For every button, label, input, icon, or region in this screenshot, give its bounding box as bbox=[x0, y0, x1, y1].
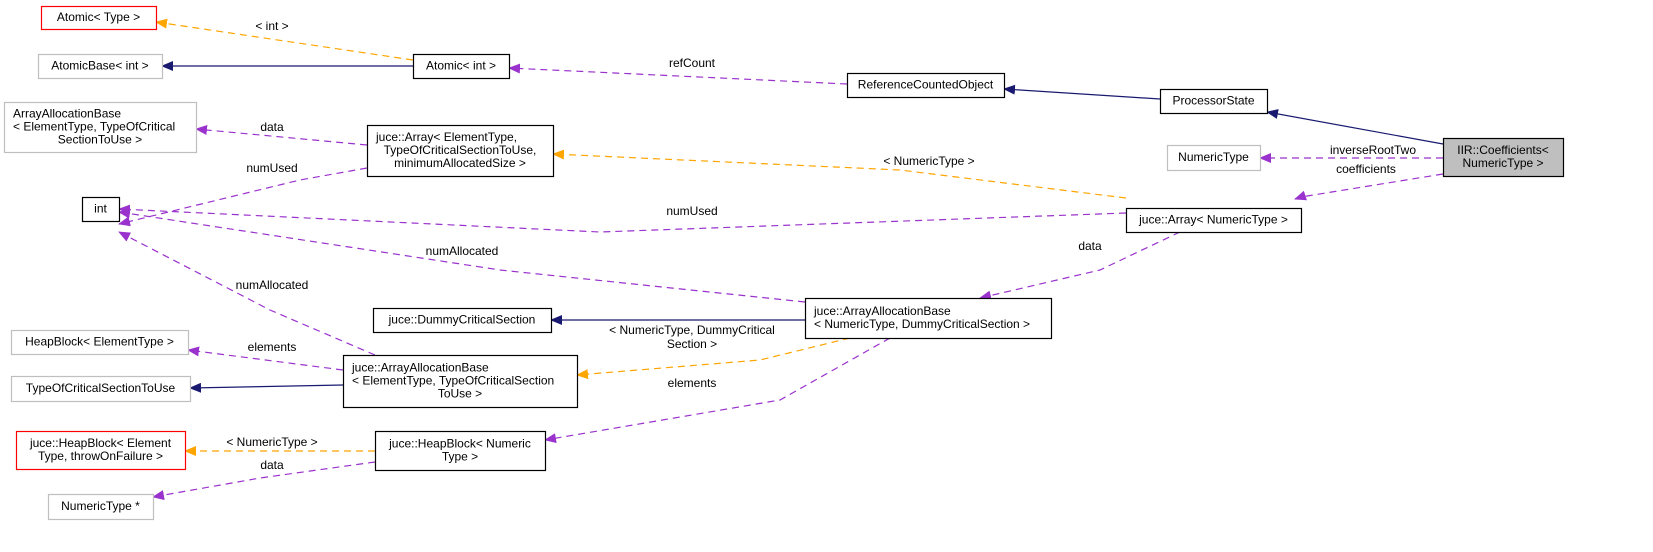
class-node-dummycs[interactable]: juce::DummyCriticalSection bbox=[372, 307, 553, 334]
class-node-label: < NumericType, DummyCriticalSection > bbox=[814, 317, 1030, 331]
edge-label: refCount bbox=[669, 56, 716, 70]
class-node-label: juce::ArrayAllocationBase bbox=[351, 361, 489, 375]
class-node-heapblock-generic[interactable]: juce::HeapBlock< ElementType, throwOnFai… bbox=[15, 430, 187, 471]
class-node-label: juce::Array< ElementType, bbox=[375, 130, 517, 144]
class-node-label: int bbox=[94, 202, 107, 216]
class-node-aab-numeric[interactable]: juce::ArrayAllocationBase< NumericType, … bbox=[804, 297, 1053, 340]
class-node-label: ReferenceCountedObject bbox=[858, 78, 994, 92]
class-node-atomic-type[interactable]: Atomic< Type > bbox=[40, 5, 158, 31]
edge-label: Section > bbox=[667, 337, 717, 351]
class-node-label: NumericType > bbox=[1462, 156, 1543, 170]
class-node-label: < ElementType, TypeOfCritical bbox=[13, 120, 175, 134]
edge-label: coefficients bbox=[1336, 162, 1396, 176]
edge-usage-aab_numeric-to-heapblock_numeric bbox=[544, 337, 891, 444]
edge-label: numAllocated bbox=[236, 278, 309, 292]
class-node-label: IIR::Coefficients< bbox=[1457, 143, 1549, 157]
edge-label: data bbox=[260, 120, 284, 134]
class-node-label: ArrayAllocationBase bbox=[13, 107, 121, 121]
class-node-label: juce::HeapBlock< Element bbox=[29, 436, 172, 450]
class-node-label: AtomicBase< int > bbox=[51, 59, 148, 73]
edge-usage-array_generic-to-int bbox=[118, 167, 368, 227]
class-node-label: juce::HeapBlock< Numeric bbox=[388, 437, 531, 451]
class-node-label: minimumAllocatedSize > bbox=[394, 156, 526, 170]
class-node-aab-juce-generic[interactable]: juce::ArrayAllocationBase< ElementType, … bbox=[342, 354, 579, 409]
edge-label: numUsed bbox=[246, 161, 297, 175]
class-node-label: HeapBlock< ElementType > bbox=[25, 335, 174, 349]
edge-inheritance-iir_coeffs-to-processorstate bbox=[1266, 109, 1444, 145]
edge-label: < NumericType, DummyCritical bbox=[609, 323, 775, 337]
class-node-label: juce::DummyCriticalSection bbox=[388, 313, 536, 327]
class-node-aab-generic: ArrayAllocationBase< ElementType, TypeOf… bbox=[3, 101, 198, 154]
edge-usage-array_numeric-to-int bbox=[118, 204, 1127, 233]
class-node-heapblock-elem: HeapBlock< ElementType > bbox=[10, 329, 190, 356]
edge-inheritance-processorstate-to-refcounted bbox=[1003, 84, 1161, 100]
class-node-label: Type, throwOnFailure > bbox=[38, 449, 163, 463]
class-node-refcounted[interactable]: ReferenceCountedObject bbox=[846, 72, 1006, 99]
class-node-label: SectionToUse > bbox=[58, 133, 142, 147]
class-node-label: Type > bbox=[442, 450, 478, 464]
class-node-int[interactable]: int bbox=[81, 196, 121, 223]
class-node-label: NumericType bbox=[1178, 150, 1249, 164]
edge-usage-refcounted-to-atomic_int bbox=[508, 63, 848, 85]
class-node-label: juce::Array< NumericType > bbox=[1138, 213, 1288, 227]
class-node-iir-coeffs: IIR::Coefficients<NumericType > bbox=[1442, 137, 1565, 178]
edge-label: numUsed bbox=[666, 204, 717, 218]
edge-label: data bbox=[1078, 239, 1102, 253]
class-node-label: juce::ArrayAllocationBase bbox=[813, 304, 951, 318]
class-node-atomic-int[interactable]: Atomic< int > bbox=[412, 53, 511, 80]
edge-label: elements bbox=[248, 340, 297, 354]
edge-inheritance-aab_juce_generic-to-typeofcs bbox=[189, 382, 344, 393]
class-node-label: TypeOfCriticalSectionToUse, bbox=[384, 143, 537, 157]
class-node-numerictype: NumericType bbox=[1166, 144, 1262, 172]
class-node-label: ProcessorState bbox=[1172, 94, 1254, 108]
edge-usage-iir_coeffs-to-array_numeric bbox=[1294, 173, 1444, 201]
edge-label: numAllocated bbox=[426, 244, 499, 258]
class-node-label: Atomic< Type > bbox=[57, 10, 140, 24]
class-node-label: NumericType * bbox=[61, 499, 140, 513]
collaboration-diagram: < int > refCount inverseRootTwo coefficient… bbox=[3, 5, 1565, 521]
edge-label: < int > bbox=[255, 19, 288, 33]
edge-label: < NumericType > bbox=[226, 435, 317, 449]
class-node-label: < ElementType, TypeOfCriticalSection bbox=[352, 374, 554, 388]
edge-label: inverseRootTwo bbox=[1330, 143, 1416, 157]
edge-label: < NumericType > bbox=[883, 154, 974, 168]
class-node-atomicbase-int: AtomicBase< int > bbox=[37, 53, 164, 80]
class-node-numerictype-ptr: NumericType * bbox=[47, 493, 155, 521]
edge-label: elements bbox=[668, 376, 717, 390]
class-node-typeofcs: TypeOfCriticalSectionToUse bbox=[10, 375, 192, 403]
class-node-label: Atomic< int > bbox=[426, 59, 496, 73]
class-node-label: ToUse > bbox=[438, 387, 482, 401]
class-node-array-numeric[interactable]: juce::Array< NumericType > bbox=[1125, 207, 1303, 234]
class-node-label: TypeOfCriticalSectionToUse bbox=[26, 381, 176, 395]
edge-label: data bbox=[260, 458, 284, 472]
class-node-processorstate[interactable]: ProcessorState bbox=[1159, 88, 1269, 115]
class-node-heapblock-numeric[interactable]: juce::HeapBlock< NumericType > bbox=[374, 430, 547, 472]
class-node-array-generic[interactable]: juce::Array< ElementType,TypeOfCriticalS… bbox=[366, 124, 555, 178]
edge-template-array_numeric-to-array_generic bbox=[552, 149, 1127, 199]
